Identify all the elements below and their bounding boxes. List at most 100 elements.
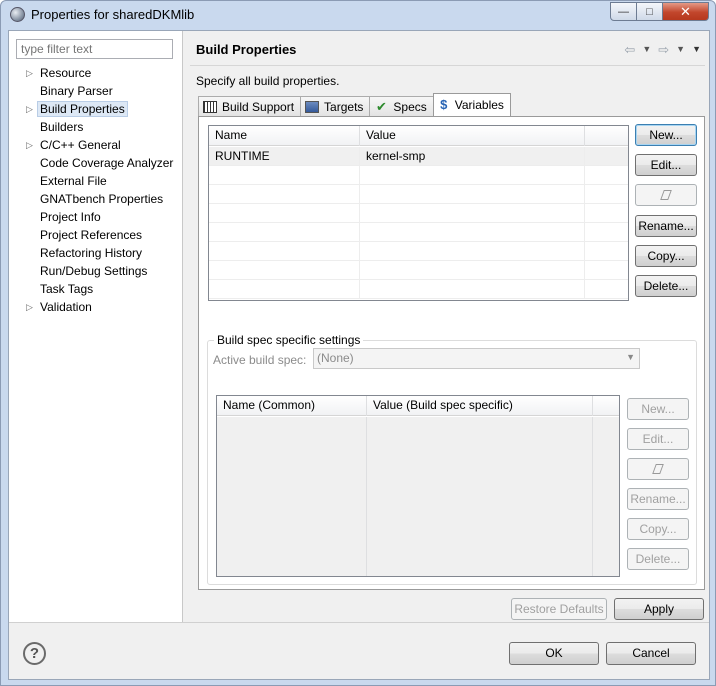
app-icon bbox=[10, 7, 25, 22]
tree-item-label: Run/Debug Settings bbox=[40, 264, 148, 278]
category-pane: ▷ResourceBinary Parser▷Build PropertiesB… bbox=[9, 31, 183, 622]
tree-item-validation[interactable]: ▷ Validation bbox=[23, 299, 173, 317]
table-row bbox=[209, 204, 628, 223]
tree-item-label: Project References bbox=[40, 228, 143, 242]
tree-item-label: Resource bbox=[40, 66, 92, 80]
table-row bbox=[209, 223, 628, 242]
properties-dialog: Properties for sharedDKMlib — □ ✕ ▷ Resou… bbox=[0, 0, 716, 686]
new-variable-button[interactable]: New... bbox=[635, 124, 697, 146]
view-menu-icon[interactable]: ▼ bbox=[692, 44, 701, 58]
tree-item-run-debug-settings[interactable]: Run/Debug Settings bbox=[23, 263, 173, 281]
targets-icon bbox=[305, 100, 320, 113]
help-icon[interactable]: ? bbox=[23, 642, 46, 665]
back-dropdown-icon[interactable]: ▼ bbox=[642, 44, 651, 58]
variables-tab-panel: Name Value RUNTIME kernel-smp New... Edi… bbox=[198, 116, 705, 590]
tree-item-builders[interactable]: Builders bbox=[23, 119, 173, 137]
dialog-client-area: ▷ResourceBinary Parser▷Build PropertiesB… bbox=[8, 30, 710, 680]
active-build-spec-value: (None) bbox=[317, 351, 354, 365]
tree-item-label: GNATbench Properties bbox=[40, 192, 164, 206]
tree-item-task-tags[interactable]: Task Tags bbox=[23, 281, 173, 299]
expand-arrow-icon[interactable]: ▷ bbox=[26, 65, 33, 82]
tree-item-project-references[interactable]: Project References bbox=[23, 227, 173, 245]
rename-spec-button[interactable]: Rename... bbox=[627, 488, 689, 510]
delete-variable-button[interactable]: Delete... bbox=[635, 275, 697, 297]
active-build-spec-select[interactable]: (None) ▼ bbox=[313, 348, 640, 369]
tree-item-label: Build Properties bbox=[37, 101, 128, 117]
expand-arrow-icon[interactable]: ▷ bbox=[26, 299, 33, 316]
tree-item-c-c-general[interactable]: ▷ C/C++ General bbox=[23, 137, 173, 155]
tree-item-external-file[interactable]: External File bbox=[23, 173, 173, 191]
tree-item-project-info[interactable]: Project Info bbox=[23, 209, 173, 227]
copy-spec-button[interactable]: Copy... bbox=[627, 518, 689, 540]
ok-button[interactable]: OK bbox=[509, 642, 599, 665]
header-divider bbox=[190, 65, 705, 66]
history-navigation: ⇦ ▼ ⇨ ▼ ▼ bbox=[624, 42, 701, 58]
clear-spec-button[interactable] bbox=[627, 458, 689, 480]
forward-dropdown-icon[interactable]: ▼ bbox=[676, 44, 685, 58]
table-row bbox=[209, 242, 628, 261]
tab-label: Targets bbox=[324, 99, 364, 114]
window-controls: — □ ✕ bbox=[610, 2, 709, 21]
page-description: Specify all build properties. bbox=[196, 74, 340, 88]
tab-targets[interactable]: Targets bbox=[300, 96, 371, 116]
tree-item-code-coverage-analyzer[interactable]: Code Coverage Analyzer bbox=[23, 155, 173, 173]
edit-variable-button[interactable]: Edit... bbox=[635, 154, 697, 176]
tab-label: Build Support bbox=[222, 99, 295, 114]
tab-variables[interactable]: $ Variables bbox=[432, 93, 511, 116]
copy-variable-button[interactable]: Copy... bbox=[635, 245, 697, 267]
build-support-icon bbox=[203, 100, 217, 113]
tree-item-resource[interactable]: ▷ Resource bbox=[23, 65, 173, 83]
cell-value: kernel-smp bbox=[360, 147, 585, 165]
tree-item-label: Project Info bbox=[40, 210, 101, 224]
variables-table[interactable]: Name Value RUNTIME kernel-smp bbox=[208, 125, 629, 301]
new-spec-button[interactable]: New... bbox=[627, 398, 689, 420]
tree-item-label: C/C++ General bbox=[40, 138, 121, 152]
tab-label: Specs bbox=[393, 99, 427, 114]
expand-arrow-icon[interactable]: ▷ bbox=[26, 101, 33, 118]
forward-arrow-icon[interactable]: ⇨ bbox=[658, 42, 669, 58]
column-header-name-common[interactable]: Name (Common) bbox=[217, 396, 367, 416]
close-button[interactable]: ✕ bbox=[663, 2, 709, 21]
minimize-button[interactable]: — bbox=[610, 2, 637, 21]
active-build-spec-label: Active build spec: bbox=[213, 353, 307, 367]
tree-item-binary-parser[interactable]: Binary Parser bbox=[23, 83, 173, 101]
tree-item-label: Refactoring History bbox=[40, 246, 143, 260]
tree-item-build-properties[interactable]: ▷ Build Properties bbox=[23, 101, 173, 119]
table-row bbox=[209, 185, 628, 204]
tree-item-refactoring-history[interactable]: Refactoring History bbox=[23, 245, 173, 263]
column-header-value-spec[interactable]: Value (Build spec specific) bbox=[367, 396, 593, 416]
expand-arrow-icon[interactable]: ▷ bbox=[26, 137, 33, 154]
cell-name: RUNTIME bbox=[209, 147, 360, 165]
back-arrow-icon[interactable]: ⇦ bbox=[624, 42, 635, 58]
tab-specs[interactable]: ✔ Specs bbox=[369, 96, 434, 116]
table-body bbox=[593, 417, 619, 576]
cancel-button[interactable]: Cancel bbox=[606, 642, 696, 665]
apply-button[interactable]: Apply bbox=[614, 598, 704, 620]
property-tabs: Build Support Targets ✔ Specs $ Variable… bbox=[198, 93, 511, 116]
window-title: Properties for sharedDKMlib bbox=[31, 7, 195, 22]
clear-variable-button[interactable] bbox=[635, 184, 697, 206]
edit-spec-button[interactable]: Edit... bbox=[627, 428, 689, 450]
properties-page: Build Properties ⇦ ▼ ⇨ ▼ ▼ Specify all b… bbox=[184, 31, 711, 622]
table-row bbox=[209, 261, 628, 280]
table-header: Name Value bbox=[209, 126, 628, 146]
build-spec-table[interactable]: Name (Common) Value (Build spec specific… bbox=[216, 395, 620, 577]
tree-item-label: External File bbox=[40, 174, 107, 188]
column-header-value[interactable]: Value bbox=[360, 126, 585, 146]
footer-divider bbox=[9, 622, 709, 623]
table-row[interactable]: RUNTIME kernel-smp bbox=[209, 147, 628, 166]
category-tree: ▷ Resource Binary Parser ▷ Build Properties B… bbox=[23, 65, 173, 317]
chevron-down-icon: ▼ bbox=[626, 352, 635, 362]
delete-spec-button[interactable]: Delete... bbox=[627, 548, 689, 570]
filter-input[interactable] bbox=[16, 39, 173, 59]
table-row bbox=[209, 280, 628, 299]
restore-defaults-button[interactable]: Restore Defaults bbox=[511, 598, 607, 620]
table-header: Name (Common) Value (Build spec specific… bbox=[217, 396, 619, 416]
tree-item-gnatbench-properties[interactable]: GNATbench Properties bbox=[23, 191, 173, 209]
maximize-button[interactable]: □ bbox=[637, 2, 663, 21]
minimize-icon: — bbox=[618, 5, 629, 18]
tab-build-support[interactable]: Build Support bbox=[198, 96, 302, 116]
page-title: Build Properties bbox=[196, 42, 297, 57]
column-header-name[interactable]: Name bbox=[209, 126, 360, 146]
rename-variable-button[interactable]: Rename... bbox=[635, 215, 697, 237]
